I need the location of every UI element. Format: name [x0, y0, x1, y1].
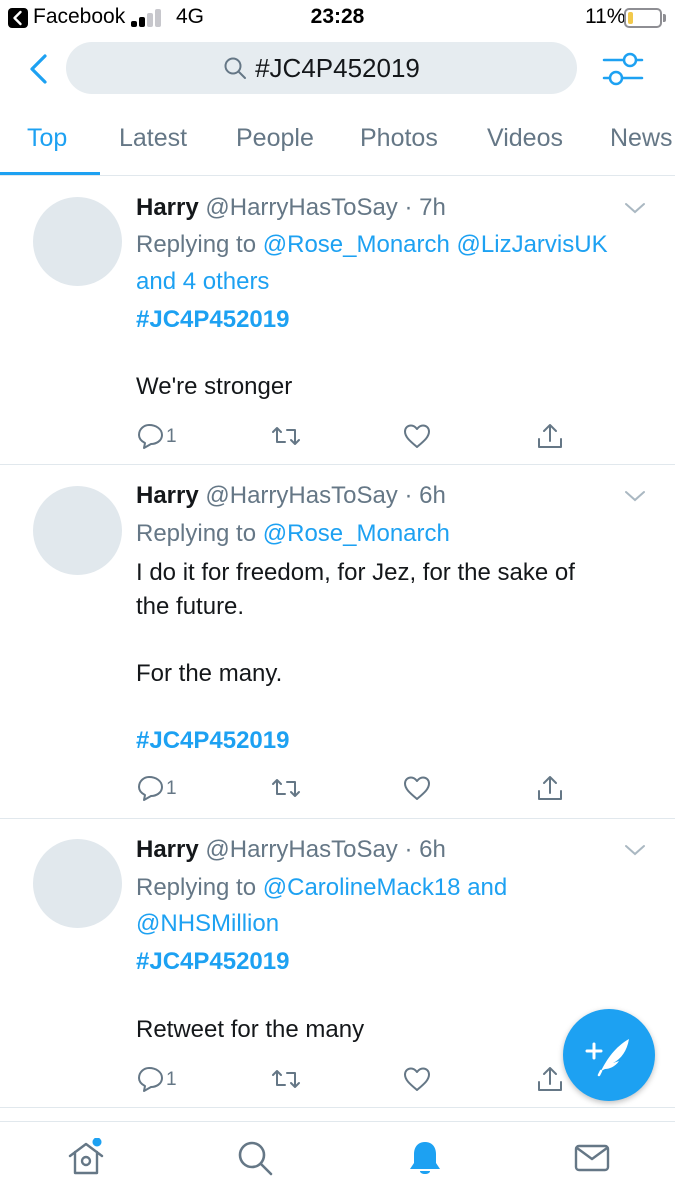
tweet-text: I do it for freedom, for Jez, for the sa… [136, 559, 575, 586]
share-icon[interactable] [535, 1065, 565, 1093]
tweet-text: For the many. [136, 660, 283, 687]
mail-icon [574, 1144, 610, 1172]
back-button[interactable] [24, 52, 56, 86]
battery-percentage: 11% [585, 5, 626, 28]
reply-count: 1 [166, 1069, 177, 1090]
clock: 23:28 [310, 5, 365, 28]
mention-link[interactable]: @Rose_Monarch [263, 520, 450, 547]
author-name[interactable]: Harry [136, 194, 199, 221]
search-query: #JC4P452019 [255, 52, 420, 83]
home-icon [68, 1137, 104, 1175]
tab-people[interactable]: People [236, 124, 314, 153]
replying-to-label: Replying to [136, 231, 257, 258]
search-header: #JC4P452019 [0, 36, 675, 102]
avatar[interactable] [33, 486, 122, 575]
compose-tweet-button[interactable] [563, 1009, 655, 1101]
bottom-tab-bar [0, 1121, 675, 1200]
heart-icon[interactable] [402, 422, 432, 450]
reply-count: 1 [166, 778, 177, 799]
bell-icon [410, 1142, 440, 1174]
hashtag-link[interactable]: #JC4P452019 [136, 947, 289, 977]
nav-messages[interactable] [572, 1138, 612, 1178]
battery-tip [663, 14, 666, 22]
hashtag-link[interactable]: #JC4P452019 [136, 726, 289, 756]
search-tabs: Top Latest People Photos Videos News [0, 108, 675, 176]
mention-link[interactable]: @CarolineMack18 and [263, 874, 508, 901]
tweet-header: Harry @HarryHasToSay · 6h [136, 482, 446, 510]
tweet-header: Harry @HarryHasToSay · 6h [136, 836, 446, 864]
mention-link[interactable]: @Rose_Monarch @LizJarvisUK [263, 231, 608, 258]
replying-to-label: Replying to [136, 874, 257, 901]
retweet-icon[interactable] [271, 422, 301, 450]
replying-to-label: Replying to [136, 520, 257, 547]
active-tab-indicator [0, 172, 100, 175]
tweet-text: We're stronger [136, 373, 293, 400]
tweet[interactable]: Harry @HarryHasToSay · 6h Replying to @R… [0, 466, 675, 819]
reply-icon[interactable] [136, 774, 166, 802]
tab-photos[interactable]: Photos [360, 124, 438, 153]
search-input[interactable]: #JC4P452019 [66, 42, 577, 94]
mention-link[interactable]: @NHSMillion [136, 909, 279, 939]
search-filter-button[interactable] [601, 50, 645, 88]
tab-top[interactable]: Top [27, 124, 67, 153]
nav-notifications[interactable] [405, 1138, 445, 1178]
search-icon [238, 1141, 273, 1176]
heart-icon[interactable] [402, 774, 432, 802]
hashtag-link[interactable]: #JC4P452019 [136, 305, 289, 335]
chevron-down-icon[interactable] [624, 489, 646, 503]
avatar[interactable] [33, 839, 122, 928]
compose-tweet-icon [585, 1039, 629, 1077]
tab-news[interactable]: News [610, 124, 673, 153]
author-handle-time: @HarryHasToSay · 7h [205, 194, 446, 221]
heart-icon[interactable] [402, 1065, 432, 1093]
chevron-down-icon[interactable] [624, 843, 646, 857]
tweet-text: the future. [136, 593, 245, 620]
author-handle-time: @HarryHasToSay · 6h [205, 482, 446, 509]
status-bar: Facebook 4G 23:28 11% [0, 0, 675, 36]
tab-videos[interactable]: Videos [487, 124, 563, 153]
tweet-header: Harry @HarryHasToSay · 7h [136, 194, 446, 222]
author-name[interactable]: Harry [136, 836, 199, 863]
reply-icon[interactable] [136, 422, 166, 450]
retweet-icon[interactable] [271, 1065, 301, 1093]
author-name[interactable]: Harry [136, 482, 199, 509]
author-handle-time: @HarryHasToSay · 6h [205, 836, 446, 863]
chevron-down-icon[interactable] [624, 201, 646, 215]
reply-icon[interactable] [136, 1065, 166, 1093]
tab-latest[interactable]: Latest [119, 124, 187, 153]
nav-home[interactable] [66, 1137, 106, 1178]
reply-count: 1 [166, 426, 177, 447]
retweet-icon[interactable] [271, 774, 301, 802]
search-icon [224, 57, 247, 79]
share-icon[interactable] [535, 774, 565, 802]
battery-icon [624, 8, 662, 28]
tweet-text: Retweet for the many [136, 1016, 365, 1043]
tweet[interactable]: Harry @HarryHasToSay · 7h Replying to @R… [0, 177, 675, 465]
share-icon[interactable] [535, 422, 565, 450]
sliders-icon [602, 52, 644, 86]
mention-link[interactable]: and 4 others [136, 267, 269, 297]
nav-explore[interactable] [235, 1138, 275, 1178]
avatar[interactable] [33, 197, 122, 286]
